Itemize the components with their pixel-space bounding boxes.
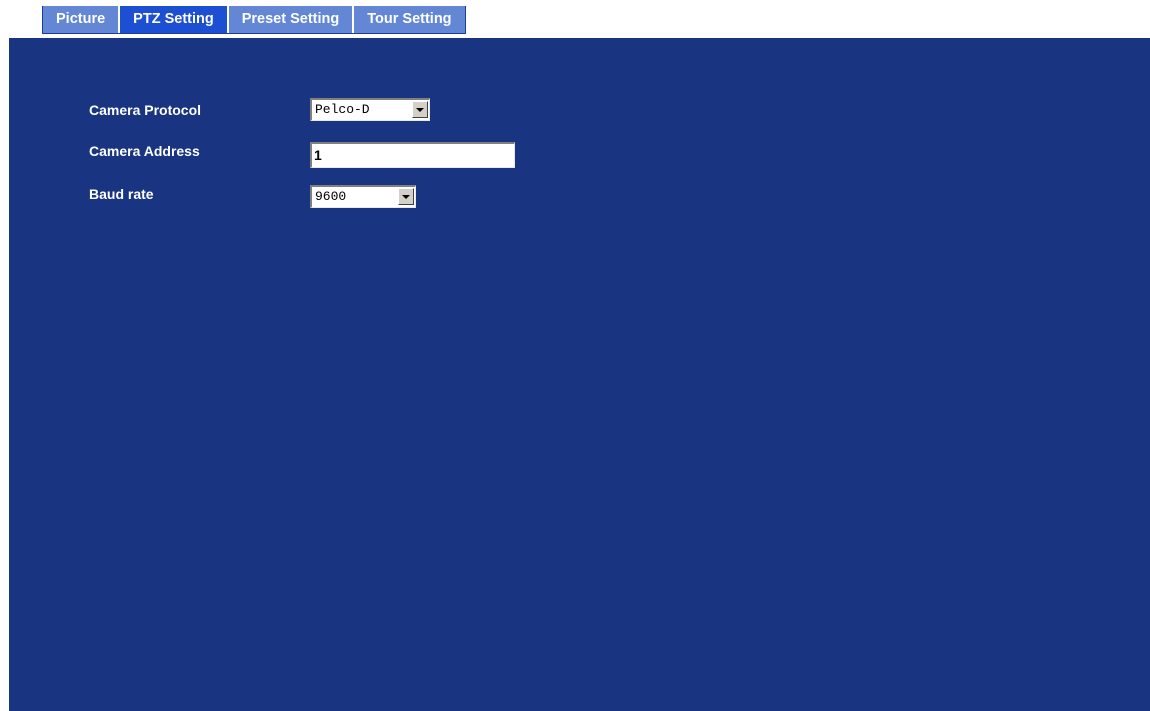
tab-preset-setting[interactable]: Preset Setting <box>228 6 355 33</box>
baud-rate-select[interactable]: 9600 <box>310 185 416 208</box>
camera-address-field[interactable]: 1 <box>310 142 515 168</box>
baud-rate-label: Baud rate <box>89 186 154 202</box>
tab-ptz-setting[interactable]: PTZ Setting <box>120 6 229 33</box>
settings-panel: Camera Protocol Pelco-D Camera Address 1… <box>9 38 1150 711</box>
camera-address-label: Camera Address <box>89 143 200 159</box>
tab-picture[interactable]: Picture <box>43 6 121 33</box>
tab-tour-setting[interactable]: Tour Setting <box>354 6 466 33</box>
camera-protocol-select[interactable]: Pelco-D <box>310 98 430 121</box>
camera-protocol-value: Pelco-D <box>315 102 370 117</box>
camera-protocol-label: Camera Protocol <box>89 102 202 118</box>
baud-rate-value: 9600 <box>315 189 347 204</box>
chevron-down-icon[interactable] <box>412 101 428 118</box>
chevron-down-icon[interactable] <box>398 188 414 205</box>
tab-bar: Picture PTZ Setting Preset Setting Tour … <box>42 6 466 34</box>
